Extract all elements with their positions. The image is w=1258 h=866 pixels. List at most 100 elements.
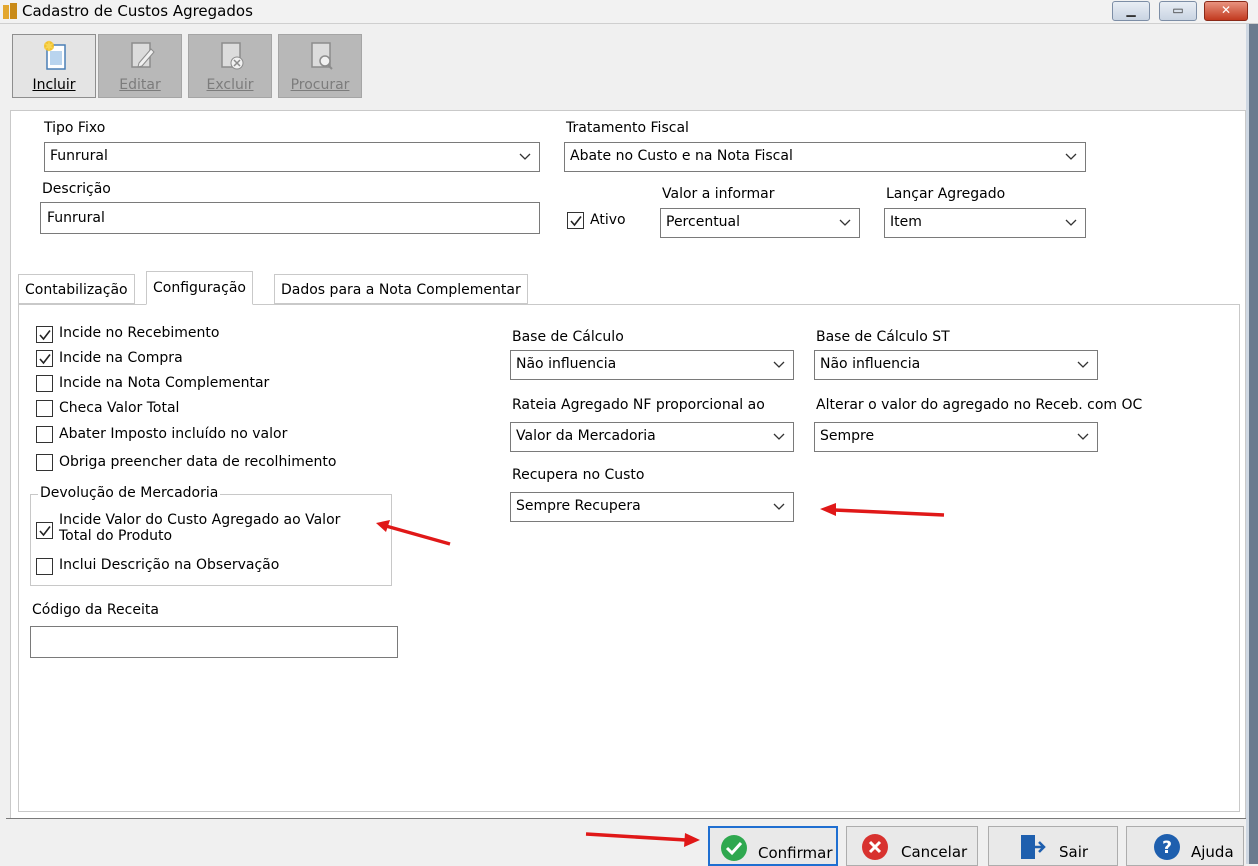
annotation-arrow-left-icon [376, 520, 451, 546]
tratamento-fiscal-select[interactable]: Abate no Custo e na Nota Fiscal [564, 142, 1086, 172]
descricao-field[interactable] [41, 203, 539, 233]
annotation-arrow-right-icon [585, 832, 700, 847]
descricao-label: Descrição [42, 181, 111, 197]
devolucao-title: Devolução de Mercadoria [38, 485, 221, 501]
base-calculo-value: Não influencia [516, 356, 617, 372]
alterar-valor-select[interactable]: Sempre [814, 422, 1098, 452]
excluir-label: Excluir [206, 77, 254, 93]
recupera-custo-select[interactable]: Sempre Recupera [510, 492, 794, 522]
annotation-arrow-left-icon [820, 503, 945, 517]
window-frame-right [1249, 24, 1258, 864]
incluir-button[interactable]: Incluir [12, 34, 96, 98]
checkmark-icon [39, 526, 51, 537]
maximize-icon: ▭ [1172, 3, 1184, 17]
maximize-button[interactable]: ▭ [1159, 1, 1197, 21]
help-circle-icon: ? [1154, 834, 1180, 860]
window-title: Cadastro de Custos Agregados [22, 2, 253, 20]
recupera-custo-label: Recupera no Custo [512, 467, 645, 483]
chevron-down-icon [773, 503, 785, 510]
incide-custo-agregado-checkbox[interactable] [36, 522, 53, 539]
ajuda-button[interactable]: ? Ajuda [1126, 826, 1244, 866]
tipo-fixo-label: Tipo Fixo [44, 120, 106, 136]
chevron-down-icon [1077, 433, 1089, 440]
chevron-down-icon [1065, 153, 1077, 160]
codigo-receita-label: Código da Receita [32, 602, 159, 618]
tratamento-fiscal-value: Abate no Custo e na Nota Fiscal [570, 148, 793, 164]
base-calculo-label: Base de Cálculo [512, 329, 624, 345]
excluir-button[interactable]: Excluir [188, 34, 272, 98]
editar-label: Editar [119, 77, 161, 93]
tab-contabilizacao[interactable]: Contabilização [18, 274, 135, 304]
procurar-label: Procurar [290, 77, 350, 93]
incide-recebimento-checkbox[interactable] [36, 326, 53, 343]
recupera-custo-value: Sempre Recupera [516, 498, 641, 514]
checa-valor-total-checkbox[interactable] [36, 400, 53, 417]
editar-button[interactable]: Editar [98, 34, 182, 98]
obriga-data-recolhimento-label: Obriga preencher data de recolhimento [59, 454, 337, 470]
alterar-valor-value: Sempre [820, 428, 875, 444]
chevron-down-icon [839, 219, 851, 226]
procurar-button[interactable]: Procurar [278, 34, 362, 98]
inclui-descricao-checkbox[interactable] [36, 558, 53, 575]
lancar-agregado-select[interactable]: Item [884, 208, 1086, 238]
incluir-label: Incluir [32, 77, 76, 93]
obriga-data-recolhimento-checkbox[interactable] [36, 454, 53, 471]
search-document-icon [311, 42, 333, 70]
incide-nota-complementar-checkbox[interactable] [36, 375, 53, 392]
confirmar-label: Confirmar [758, 844, 833, 862]
incide-custo-agregado-line1: Incide Valor do Custo Agregado ao Valor [59, 512, 341, 528]
checa-valor-total-label: Checa Valor Total [59, 400, 180, 416]
tratamento-fiscal-label: Tratamento Fiscal [566, 120, 689, 136]
close-button[interactable]: ✕ [1204, 1, 1248, 21]
descricao-input[interactable] [40, 202, 540, 234]
tab-dados-nota-complementar[interactable]: Dados para a Nota Complementar [274, 274, 528, 304]
valor-informar-value: Percentual [666, 214, 741, 230]
base-calculo-st-label: Base de Cálculo ST [816, 329, 950, 345]
abater-imposto-label: Abater Imposto incluído no valor [59, 426, 288, 442]
sair-label: Sair [1059, 843, 1089, 861]
incide-nota-complementar-label: Incide na Nota Complementar [59, 375, 270, 391]
valor-informar-select[interactable]: Percentual [660, 208, 860, 238]
chevron-down-icon [519, 153, 531, 160]
base-calculo-st-value: Não influencia [820, 356, 921, 372]
checkmark-icon [570, 216, 582, 227]
ativo-checkbox[interactable] [567, 212, 584, 229]
incide-custo-agregado-line2: Total do Produto [59, 528, 173, 544]
cancel-circle-icon [862, 834, 888, 860]
alterar-valor-label: Alterar o valor do agregado no Receb. co… [816, 397, 1143, 413]
confirmar-button[interactable]: Confirmar [708, 826, 838, 866]
chevron-down-icon [773, 433, 785, 440]
lancar-agregado-label: Lançar Agregado [886, 186, 1006, 202]
inclui-descricao-label: Inclui Descrição na Observação [59, 557, 280, 573]
codigo-receita-field[interactable] [31, 627, 397, 657]
base-calculo-select[interactable]: Não influencia [510, 350, 794, 380]
tab-configuracao[interactable]: Configuração [146, 271, 253, 305]
rateia-agregado-label: Rateia Agregado NF proporcional ao [512, 397, 765, 413]
base-calculo-st-select[interactable]: Não influencia [814, 350, 1098, 380]
rateia-agregado-select[interactable]: Valor da Mercadoria [510, 422, 794, 452]
sair-button[interactable]: Sair [988, 826, 1118, 866]
check-circle-icon [721, 835, 747, 861]
exit-icon [1021, 835, 1046, 859]
tipo-fixo-select[interactable]: Funrural [44, 142, 540, 172]
codigo-receita-input[interactable] [30, 626, 398, 658]
minimize-button[interactable]: ▁ [1112, 1, 1150, 21]
lancar-agregado-value: Item [890, 214, 922, 230]
minimize-icon: ▁ [1126, 3, 1136, 17]
incide-compra-checkbox[interactable] [36, 350, 53, 367]
toolbar: Incluir Editar Excluir Procurar [6, 28, 1246, 102]
cancelar-label: Cancelar [901, 843, 968, 861]
svg-text:?: ? [1162, 838, 1172, 858]
tipo-fixo-value: Funrural [50, 148, 108, 164]
edit-document-icon [131, 42, 155, 68]
incide-compra-label: Incide na Compra [59, 350, 183, 366]
checkmark-icon [39, 330, 51, 341]
checkmark-icon [39, 354, 51, 365]
chevron-down-icon [1065, 219, 1077, 226]
rateia-agregado-value: Valor da Mercadoria [516, 428, 656, 444]
chevron-down-icon [1077, 361, 1089, 368]
abater-imposto-checkbox[interactable] [36, 426, 53, 443]
chevron-down-icon [773, 361, 785, 368]
ajuda-label: Ajuda [1191, 843, 1234, 861]
cancelar-button[interactable]: Cancelar [846, 826, 978, 866]
